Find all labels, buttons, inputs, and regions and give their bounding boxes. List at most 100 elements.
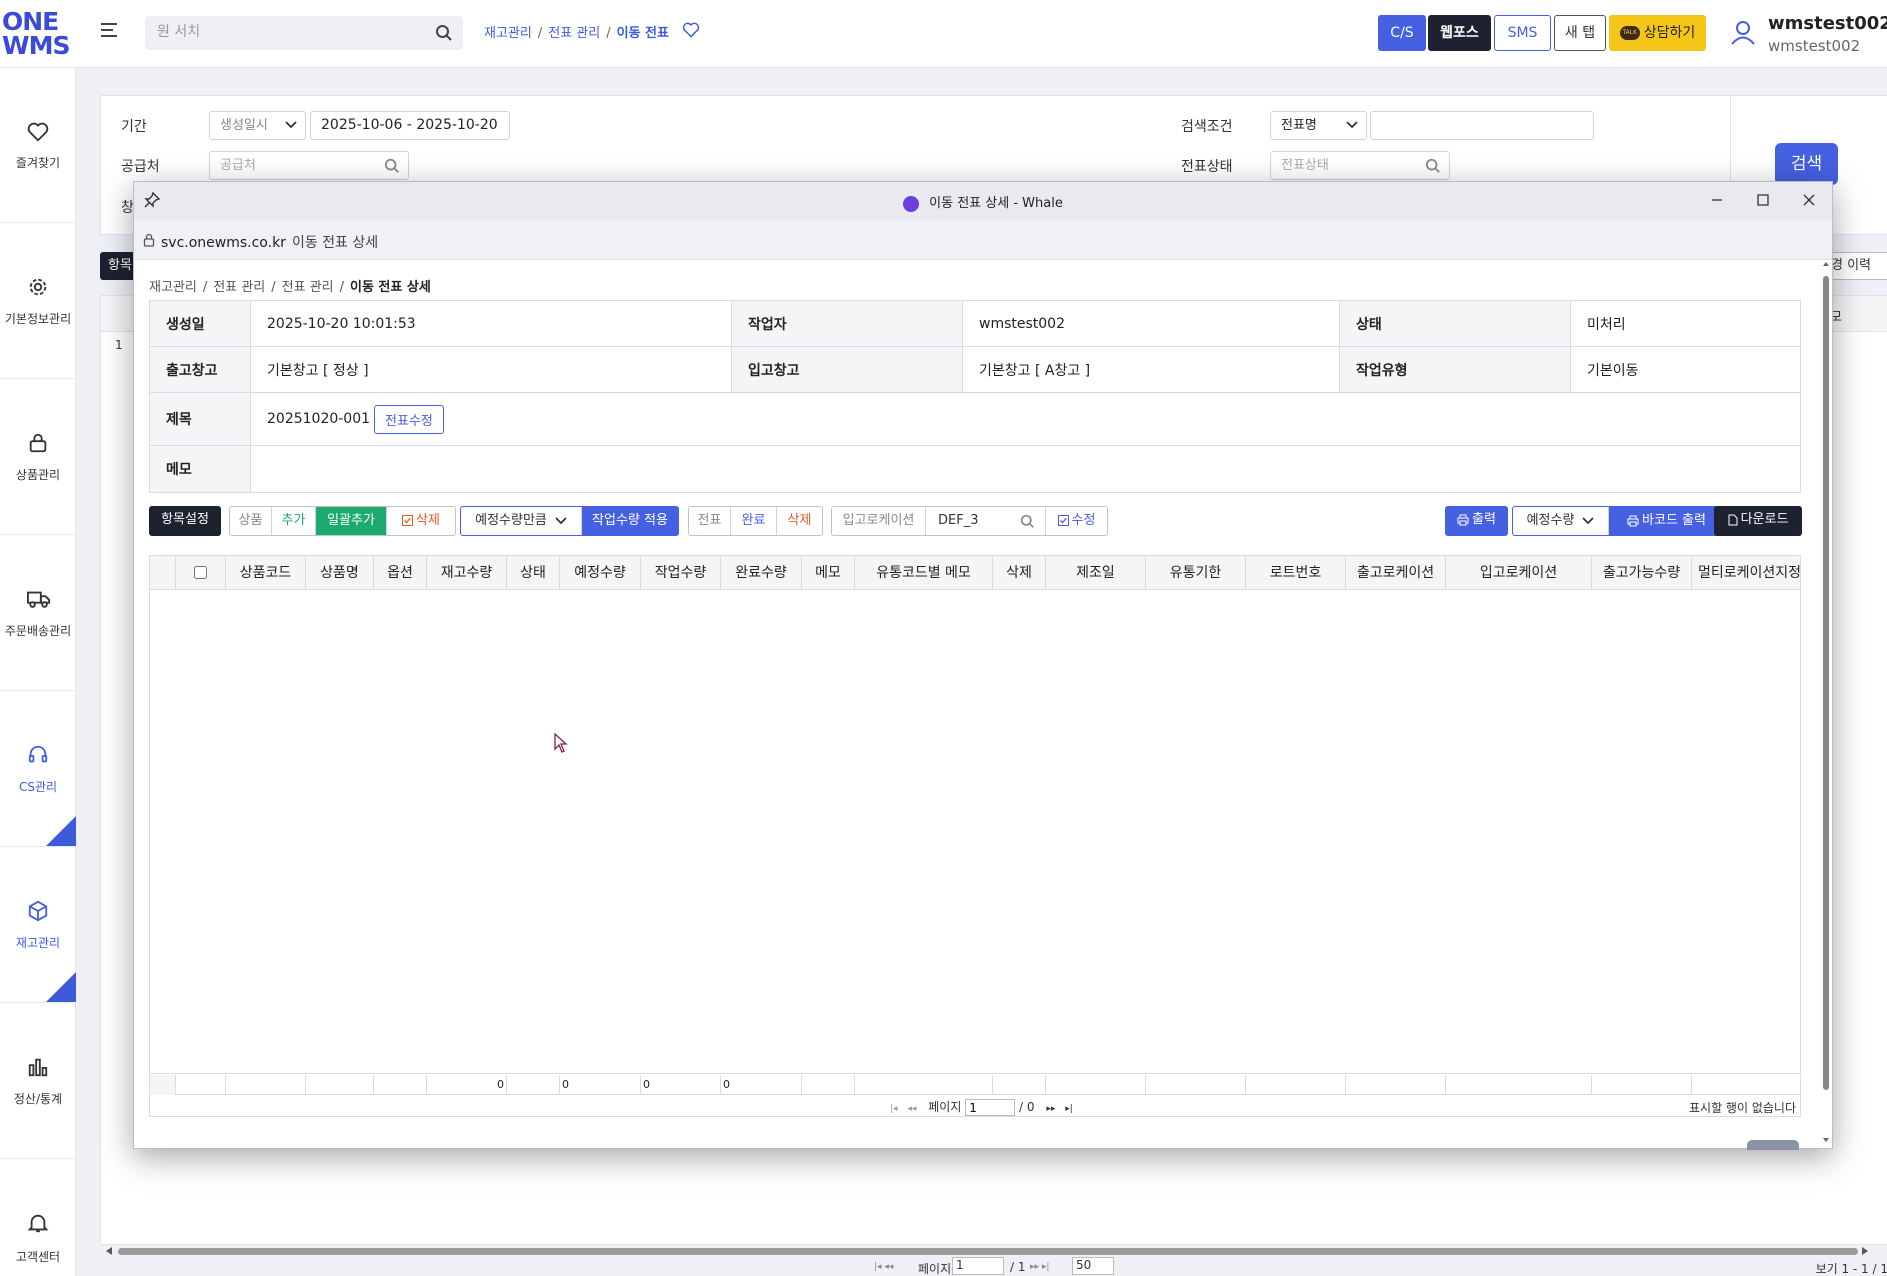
- delete-product-button[interactable]: 삭제: [387, 507, 455, 535]
- column-header[interactable]: 메모: [802, 556, 855, 590]
- column-header[interactable]: 출고로케이션: [1346, 556, 1446, 590]
- chevron-down-icon: [285, 121, 297, 129]
- column-header[interactable]: 유통코드별 메모: [855, 556, 993, 590]
- modify-location-button[interactable]: 수정: [1046, 507, 1107, 535]
- vertical-scrollbar[interactable]: [1822, 262, 1830, 1144]
- period-type-select[interactable]: 생성일시: [209, 111, 306, 140]
- column-header[interactable]: 입고로케이션: [1446, 556, 1592, 590]
- page-input[interactable]: 1: [952, 1257, 1004, 1275]
- search-icon[interactable]: [1425, 158, 1441, 174]
- download-button[interactable]: 다운로드: [1714, 506, 1802, 536]
- slip-detail-popup-window: 이동 전표 상세 - Whale svc.onewms.co.kr 이동 전표 상…: [133, 181, 1833, 1150]
- last-page-icon[interactable]: ▸|: [1065, 1104, 1073, 1114]
- memo-value[interactable]: [251, 446, 1802, 492]
- breadcrumb-item[interactable]: 재고관리: [149, 280, 197, 295]
- work-type-label: 작업유형: [1340, 347, 1571, 392]
- sidebar-item-favorites[interactable]: 즐겨찾기: [0, 68, 76, 223]
- sidebar-item-orders[interactable]: 주문배송관리: [0, 536, 76, 691]
- sidebar-item-products[interactable]: 상품관리: [0, 380, 76, 535]
- column-header[interactable]: 작업수량: [641, 556, 721, 590]
- rows-per-page-select[interactable]: 50: [1072, 1257, 1114, 1275]
- column-header[interactable]: 삭제: [993, 556, 1046, 590]
- in-location-input[interactable]: DEF_3: [926, 507, 1046, 535]
- summary-cell: [150, 1075, 176, 1095]
- column-header[interactable]: 상태: [507, 556, 560, 590]
- favorite-heart-icon[interactable]: [682, 22, 700, 38]
- slip-delete-button[interactable]: 삭제: [777, 507, 822, 535]
- prev-page-icon[interactable]: ◂◂: [907, 1104, 916, 1114]
- sidebar-item-cs[interactable]: CS관리: [0, 692, 76, 847]
- row-number-header: [150, 556, 176, 590]
- period-date-range-input[interactable]: 2025-10-06 - 2025-10-20: [310, 111, 510, 140]
- close-icon[interactable]: [1800, 191, 1818, 209]
- print-button[interactable]: 출력: [1445, 506, 1508, 536]
- next-page-icon[interactable]: ▸▸: [1046, 1104, 1055, 1114]
- sidebar-item-customer-center[interactable]: 고객센터: [0, 1160, 76, 1276]
- in-warehouse-label: 입고창고: [732, 347, 963, 392]
- breadcrumb-item[interactable]: 전표 관리: [213, 280, 265, 295]
- address-bar[interactable]: svc.onewms.co.kr 이동 전표 상세: [134, 220, 1832, 260]
- column-header[interactable]: 출고가능수량: [1592, 556, 1692, 590]
- items-setting-button[interactable]: 항목설정: [149, 506, 221, 536]
- barcode-print-button[interactable]: 바코드 출력: [1609, 507, 1724, 535]
- search-cond-select[interactable]: 전표명: [1270, 111, 1367, 140]
- summary-cell: [1446, 1075, 1592, 1095]
- search-input[interactable]: [157, 24, 417, 40]
- scrollbar-thumb[interactable]: [1823, 276, 1829, 1090]
- select-all-checkbox[interactable]: [194, 566, 207, 579]
- column-header[interactable]: 로트번호: [1246, 556, 1346, 590]
- cs-button[interactable]: C/S: [1378, 15, 1426, 51]
- last-page-icon[interactable]: ▸▸ ▸|: [1030, 1262, 1049, 1272]
- grid-pager: |◂ ◂◂ 페이지 / 0 ▸▸ ▸| 표시할 행이 없습니다: [149, 1095, 1801, 1117]
- horizontal-scrollbar[interactable]: [104, 1245, 1870, 1257]
- column-header[interactable]: 상품명: [306, 556, 374, 590]
- column-header[interactable]: 재고수량: [427, 556, 507, 590]
- search-cond-input[interactable]: [1370, 111, 1594, 140]
- barcode-print-label: 바코드 출력: [1642, 513, 1706, 528]
- onewms-logo[interactable]: ONE WMS: [2, 9, 70, 58]
- bulk-add-button[interactable]: 일괄추가: [316, 507, 387, 535]
- column-header[interactable]: 완료수량: [721, 556, 802, 590]
- sidebar-item-stats[interactable]: 정산/통계: [0, 1004, 76, 1159]
- sidebar-item-label: 상품관리: [15, 468, 61, 482]
- view-info: 보기 1 - 1 / 1: [1815, 1262, 1887, 1276]
- new-tab-button[interactable]: 새 탭: [1554, 15, 1606, 51]
- breadcrumb-item[interactable]: 재고관리: [484, 26, 532, 41]
- search-icon[interactable]: [1020, 514, 1035, 529]
- minimize-icon[interactable]: [1708, 191, 1726, 209]
- column-header[interactable]: 예정수량: [560, 556, 641, 590]
- column-header[interactable]: 멀티로케이션지정: [1692, 556, 1800, 590]
- complete-button[interactable]: 완료: [731, 507, 777, 535]
- add-button[interactable]: 추가: [272, 507, 316, 535]
- slip-status-input[interactable]: 전표상태: [1270, 151, 1450, 180]
- search-icon[interactable]: [435, 24, 453, 42]
- apply-work-qty-button[interactable]: 작업수량 적용: [582, 507, 678, 535]
- window-titlebar[interactable]: 이동 전표 상세 - Whale: [134, 182, 1832, 220]
- supplier-input[interactable]: 공급처: [209, 151, 409, 180]
- breadcrumb-item[interactable]: 전표 관리: [548, 26, 600, 41]
- column-header[interactable]: 옵션: [374, 556, 427, 590]
- maximize-icon[interactable]: [1754, 191, 1772, 209]
- sidebar-item-inventory[interactable]: 재고관리: [0, 848, 76, 1003]
- consult-button[interactable]: TALK 상담하기: [1609, 15, 1706, 51]
- edit-slip-button[interactable]: 전표수정: [374, 404, 444, 434]
- scrollbar-thumb[interactable]: [118, 1248, 1858, 1255]
- sidebar-item-basic-info[interactable]: 기본정보관리: [0, 224, 76, 379]
- webpos-button[interactable]: 웹포스: [1428, 15, 1491, 51]
- page-input[interactable]: [965, 1099, 1016, 1116]
- scroll-to-top-button[interactable]: [1747, 1140, 1799, 1150]
- qty-basis-select[interactable]: 예정수량만큼: [461, 507, 582, 535]
- period-type-value: 생성일시: [220, 118, 268, 133]
- qty-type-select[interactable]: 예정수량: [1513, 507, 1609, 535]
- column-header[interactable]: 상품코드: [226, 556, 306, 590]
- sms-button[interactable]: SMS: [1494, 15, 1551, 51]
- search-button[interactable]: 검색: [1775, 143, 1838, 185]
- menu-icon[interactable]: [100, 22, 120, 42]
- first-page-icon[interactable]: |◂: [890, 1104, 898, 1114]
- search-icon[interactable]: [384, 158, 400, 174]
- column-header[interactable]: 유통기한: [1146, 556, 1246, 590]
- first-page-icon[interactable]: |◂ ◂◂: [874, 1262, 893, 1272]
- summary-cell: [1046, 1075, 1146, 1095]
- column-header[interactable]: 제조일: [1046, 556, 1146, 590]
- breadcrumb-item[interactable]: 전표 관리: [282, 280, 334, 295]
